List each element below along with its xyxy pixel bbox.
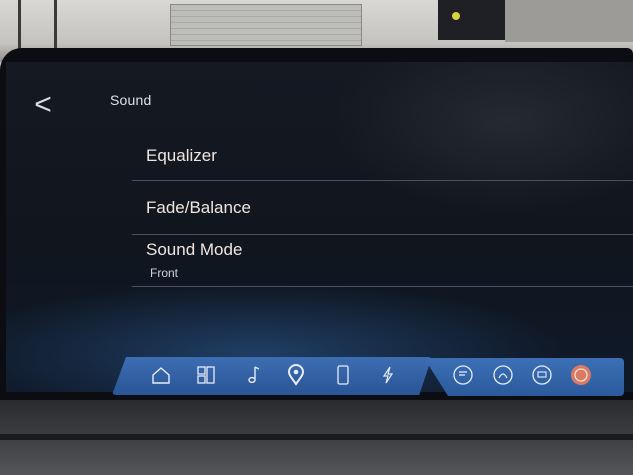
- back-button[interactable]: <: [28, 90, 58, 120]
- music-note-icon[interactable]: [242, 364, 264, 386]
- menu-item-label: Sound Mode: [146, 240, 243, 259]
- menu-item-equalizer[interactable]: Equalizer: [132, 140, 633, 180]
- cable: [54, 0, 57, 50]
- location-pin-icon[interactable]: [285, 364, 307, 386]
- divider: [132, 180, 633, 181]
- charging-icon[interactable]: [377, 364, 399, 386]
- divider: [132, 286, 633, 287]
- home-icon[interactable]: [150, 364, 172, 386]
- defrost-icon[interactable]: [531, 364, 553, 386]
- menu-item-value: Front: [150, 266, 179, 280]
- apps-grid-icon[interactable]: [195, 364, 217, 386]
- wall-panel: [505, 0, 633, 42]
- menu-item-label: Fade/Balance: [146, 198, 251, 217]
- phone-icon[interactable]: [332, 364, 354, 386]
- steering-heat-icon[interactable]: [570, 364, 592, 386]
- equipment: [438, 0, 506, 40]
- divider: [132, 234, 633, 235]
- trim-strip: [0, 434, 633, 440]
- cable: [18, 0, 21, 50]
- menu-item-fade-balance[interactable]: Fade/Balance: [132, 192, 633, 232]
- menu-item-sound-mode[interactable]: Sound Mode Front: [132, 236, 633, 286]
- climate-off-icon[interactable]: [452, 364, 474, 386]
- seat-heat-icon[interactable]: [492, 364, 514, 386]
- dashboard-trim: [0, 400, 633, 475]
- garage-door: [170, 4, 362, 46]
- back-icon: <: [34, 88, 52, 121]
- infotainment-screen: < Sound Equalizer Fade/Balance Sound Mod…: [6, 62, 633, 392]
- menu-item-label: Equalizer: [146, 146, 217, 165]
- page-title: Sound: [110, 92, 152, 108]
